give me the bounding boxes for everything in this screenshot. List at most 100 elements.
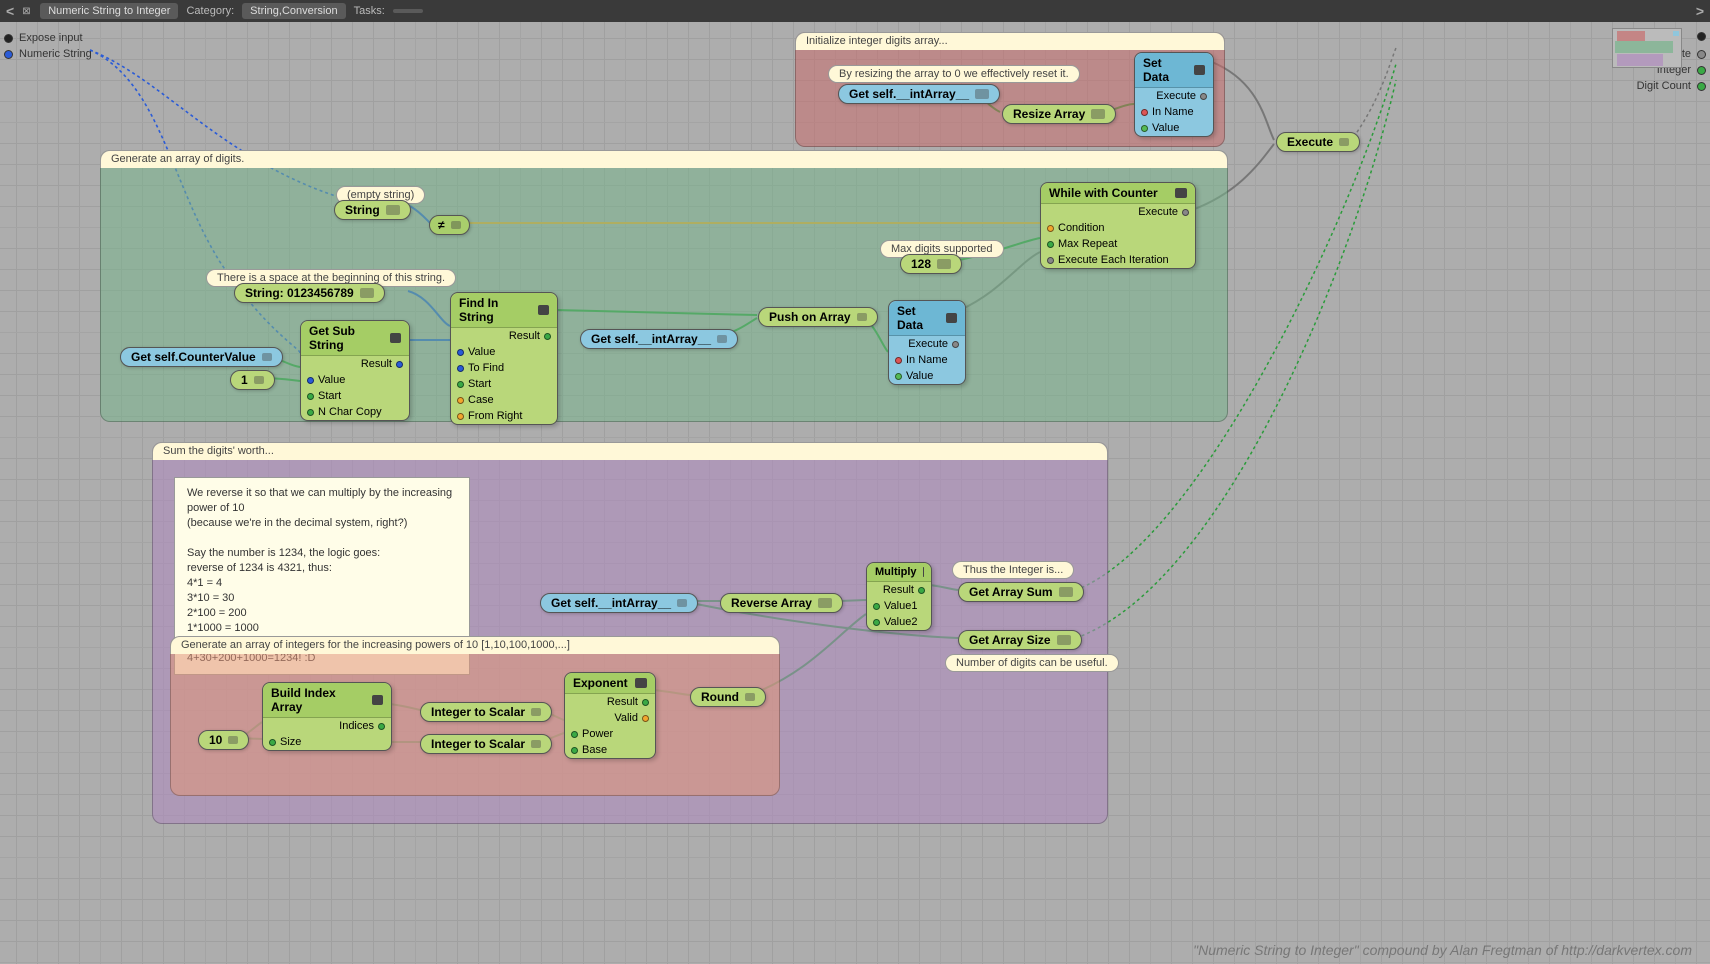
category-value[interactable]: String,Conversion	[242, 3, 345, 19]
node-icon	[937, 259, 951, 269]
node-get-intarray-3[interactable]: Get self.__intArray__	[540, 593, 698, 613]
toolbar: < ⊠ Numeric String to Integer Category: …	[0, 0, 1710, 22]
nav-back-button[interactable]: <	[6, 3, 14, 19]
node-string-digits[interactable]: String: 0123456789	[234, 283, 385, 303]
node-icon	[390, 333, 401, 343]
node-label: Get Array Sum	[969, 585, 1053, 599]
port-in: Power	[582, 727, 613, 741]
minimap[interactable]	[1612, 28, 1682, 68]
node-title: While with Counter	[1049, 186, 1158, 200]
nav-fwd-button[interactable]: >	[1696, 3, 1704, 19]
node-icon	[372, 695, 383, 705]
annotation-reset: By resizing the array to 0 we effectivel…	[828, 65, 1080, 83]
node-label: Get self.CounterValue	[131, 350, 256, 364]
node-label: String: 0123456789	[245, 286, 354, 300]
port-out: Execute	[1138, 205, 1178, 219]
group-title: Sum the digits' worth...	[152, 442, 1108, 460]
port-label: Expose input	[19, 32, 83, 44]
node-icon	[228, 736, 238, 744]
node-canvas[interactable]: Expose input Numeric String Evaluate Int…	[0, 22, 1710, 964]
node-label: ≠	[438, 218, 445, 232]
node-round[interactable]: Round	[690, 687, 766, 707]
node-build-index-array[interactable]: Build Index Array Indices Size	[262, 682, 392, 751]
port-label: Numeric String	[19, 48, 92, 60]
node-not-equal[interactable]: ≠	[429, 215, 470, 235]
input-port-numeric-string[interactable]: Numeric String	[4, 48, 92, 60]
node-icon	[745, 693, 755, 701]
node-int-to-scalar-2[interactable]: Integer to Scalar	[420, 734, 552, 754]
node-label: Execute	[1287, 135, 1333, 149]
node-icon	[635, 678, 647, 688]
tasks-value[interactable]	[393, 9, 423, 13]
port-in: In Name	[1152, 105, 1194, 119]
node-icon	[1059, 587, 1073, 597]
port-in: Start	[468, 377, 491, 391]
port-in: From Right	[468, 409, 522, 423]
port-in: Value	[1152, 121, 1179, 135]
node-get-sub-string[interactable]: Get Sub String Result Value Start N Char…	[300, 320, 410, 421]
node-icon	[857, 313, 867, 321]
node-get-countervalue[interactable]: Get self.CounterValue	[120, 347, 283, 367]
node-set-data-2[interactable]: Set Data Execute In Name Value	[888, 300, 966, 385]
node-set-data-1[interactable]: Set Data Execute In Name Value	[1134, 52, 1214, 137]
node-title: Build Index Array	[271, 686, 366, 714]
node-icon	[975, 89, 989, 99]
port-in: Execute Each Iteration	[1058, 253, 1169, 267]
node-get-intarray-2[interactable]: Get self.__intArray__	[580, 329, 738, 349]
node-label: 10	[209, 733, 222, 747]
group-title: Generate an array of digits.	[100, 150, 1228, 168]
node-push-on-array[interactable]: Push on Array	[758, 307, 878, 327]
node-get-array-sum[interactable]: Get Array Sum	[958, 582, 1084, 602]
node-icon	[531, 708, 541, 716]
node-exponent[interactable]: Exponent Result Valid Power Base	[564, 672, 656, 759]
node-label: Get self.__intArray__	[551, 596, 671, 610]
node-label: Get self.__intArray__	[591, 332, 711, 346]
port-out: Valid	[614, 711, 638, 725]
port-in: Value	[468, 345, 495, 359]
node-const-128[interactable]: 128	[900, 254, 962, 274]
output-port-unused[interactable]	[1691, 32, 1706, 41]
node-label: Push on Array	[769, 310, 851, 324]
port-in: Value2	[884, 615, 917, 629]
port-label: Digit Count	[1637, 80, 1691, 92]
node-get-intarray-1[interactable]: Get self.__intArray__	[838, 84, 1000, 104]
node-icon	[1194, 65, 1205, 75]
close-button[interactable]: ⊠	[22, 6, 32, 16]
tasks-label: Tasks:	[354, 5, 385, 17]
port-in: N Char Copy	[318, 405, 382, 419]
node-icon	[262, 353, 272, 361]
output-port-digit-count[interactable]: Digit Count	[1637, 80, 1706, 92]
node-const-1[interactable]: 1	[230, 370, 275, 390]
node-title: Exponent	[573, 676, 628, 690]
node-icon	[1057, 635, 1071, 645]
port-in: Value	[906, 369, 933, 383]
node-get-array-size[interactable]: Get Array Size	[958, 630, 1082, 650]
node-while-counter[interactable]: While with Counter Execute Condition Max…	[1040, 182, 1196, 269]
node-string-empty[interactable]: String	[334, 200, 411, 220]
node-find-in-string[interactable]: Find In String Result Value To Find Star…	[450, 292, 558, 425]
port-in: Condition	[1058, 221, 1104, 235]
node-icon	[1175, 188, 1187, 198]
node-title: Get Sub String	[309, 324, 384, 352]
node-label: String	[345, 203, 380, 217]
port-in: To Find	[468, 361, 504, 375]
port-out: Result	[607, 695, 638, 709]
input-port-expose[interactable]: Expose input	[4, 32, 83, 44]
port-in: Value	[318, 373, 345, 387]
group-title: Initialize integer digits array...	[795, 32, 1225, 50]
node-icon	[717, 335, 727, 343]
node-resize-array[interactable]: Resize Array	[1002, 104, 1116, 124]
node-execute[interactable]: Execute	[1276, 132, 1360, 152]
port-out: Result	[361, 357, 392, 371]
port-in: In Name	[906, 353, 948, 367]
annotation-num-digits: Number of digits can be useful.	[945, 654, 1119, 672]
node-multiply[interactable]: Multiply Result Value1 Value2	[866, 562, 932, 631]
port-out: Indices	[339, 719, 374, 733]
node-icon	[677, 599, 687, 607]
node-label: Round	[701, 690, 739, 704]
node-const-10[interactable]: 10	[198, 730, 249, 750]
node-int-to-scalar-1[interactable]: Integer to Scalar	[420, 702, 552, 722]
compound-title[interactable]: Numeric String to Integer	[40, 3, 178, 19]
node-label: 1	[241, 373, 248, 387]
node-reverse-array[interactable]: Reverse Array	[720, 593, 843, 613]
